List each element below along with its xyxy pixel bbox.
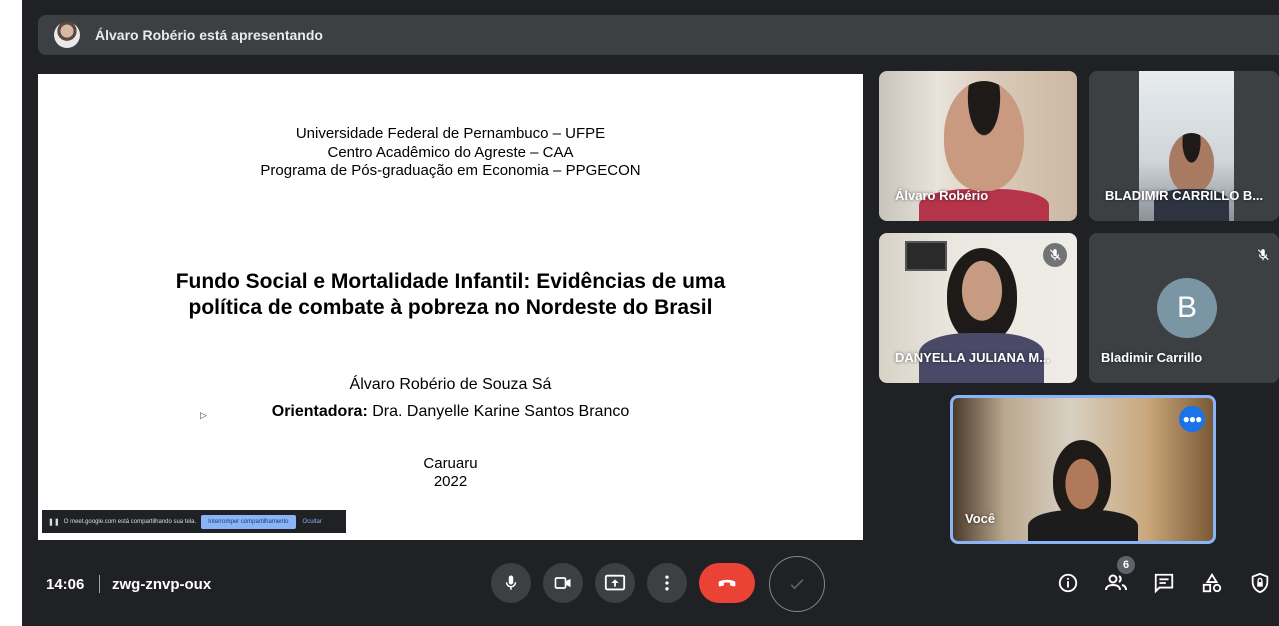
end-call-button[interactable] (699, 563, 755, 603)
camera-icon (554, 577, 571, 589)
activities-icon (1202, 573, 1222, 593)
institution-line: Programa de Pós-graduação em Economia – … (260, 162, 641, 179)
chat-icon (1154, 573, 1174, 594)
stop-sharing-button[interactable]: Interromper compartilhamento (201, 514, 296, 529)
shared-slide: Universidade Federal de Pernambuco – UFP… (38, 74, 863, 540)
more-options-button[interactable] (647, 563, 687, 603)
meeting-code: zwg-znvp-oux (112, 576, 212, 593)
slide-advisor: Orientadora: Dra. Danyelle Karine Santos… (38, 403, 863, 421)
avatar: B (1157, 278, 1217, 338)
participant-name: BLADIMIR CARRILLO B... (1105, 188, 1264, 203)
slide-title: Fundo Social e Mortalidade Infantil: Evi… (38, 269, 863, 321)
participant-tile-alvaro[interactable]: Álvaro Robério (879, 71, 1077, 221)
more-vert-icon (665, 575, 669, 591)
participant-video-face (947, 248, 1017, 343)
check-icon (790, 579, 804, 590)
meeting-details-button[interactable] (1056, 571, 1080, 595)
people-button[interactable] (1104, 571, 1128, 595)
participant-tile-bladimir-video[interactable]: BLADIMIR CARRILLO B... (1089, 71, 1279, 221)
presenter-label: Álvaro Robério está apresentando (95, 27, 323, 43)
shield-lock-icon (1251, 572, 1269, 594)
participant-tile-self[interactable]: ●●● Você (950, 395, 1216, 544)
chat-button[interactable] (1152, 571, 1176, 595)
participant-tile-bladimir[interactable]: B Bladimir Carrillo (1089, 233, 1279, 383)
participant-name: Bladimir Carrillo (1101, 350, 1203, 365)
info-icon (1058, 573, 1078, 593)
participant-video-face (1169, 133, 1214, 193)
hang-up-icon (718, 579, 736, 587)
hide-banner-button[interactable]: Ocultar (303, 519, 322, 525)
present-screen-button[interactable] (595, 563, 635, 603)
microphone-icon (505, 575, 517, 590)
participant-video-face (1053, 440, 1111, 520)
participant-video-face (944, 81, 1024, 191)
wall-picture (905, 241, 947, 271)
microphone-button[interactable] (491, 563, 531, 603)
presenter-avatar (54, 22, 80, 48)
slide-city: Caruaru (423, 455, 478, 472)
slide-place-date: Caruaru 2022 (38, 455, 863, 491)
people-icon (1105, 574, 1127, 591)
participant-video-body (1028, 510, 1138, 541)
slide-author: Álvaro Robério de Souza Sá (349, 376, 552, 393)
share-banner-message: O meet.google.com está compartilhando su… (63, 518, 197, 525)
participant-name: Você (965, 511, 996, 526)
slide-title-line: política de combate à pobreza no Nordest… (188, 296, 713, 319)
meet-window: Álvaro Robério está apresentando Univers… (22, 0, 1279, 626)
presenter-bar: Álvaro Robério está apresentando (38, 15, 1279, 55)
institution-line: Centro Acadêmico do Agreste – CAA (327, 143, 574, 161)
assistant-check-button[interactable] (769, 556, 825, 612)
screen-share-banner: ❚❚ O meet.google.com está compartilhando… (42, 510, 346, 533)
participant-name: DANYELLA JULIANA M... (895, 350, 1051, 365)
mic-off-icon (1251, 243, 1275, 267)
mic-off-icon (1043, 243, 1067, 267)
host-controls-button[interactable] (1248, 571, 1272, 595)
advisor-name: Dra. Danyelle Karine Santos Branco (367, 403, 630, 420)
present-screen-icon (604, 574, 626, 591)
camera-button[interactable] (543, 563, 583, 603)
institution-block: Universidade Federal de Pernambuco – UFP… (38, 125, 863, 181)
slide-year: 2022 (433, 473, 468, 490)
slide-title-line: Fundo Social e Mortalidade Infantil: Evi… (175, 270, 726, 293)
participant-tile-danyella[interactable]: DANYELLA JULIANA M... (879, 233, 1077, 383)
meeting-time: 14:06 (46, 576, 85, 593)
mouse-cursor-icon: ▷ (200, 410, 207, 420)
institution-line: Universidade Federal de Pernambuco – UFP… (295, 125, 606, 142)
activities-button[interactable] (1200, 571, 1224, 595)
advisor-label: Orientadora: (271, 403, 368, 420)
more-options-button[interactable]: ●●● (1179, 406, 1205, 432)
participant-name: Álvaro Robério (895, 188, 989, 203)
drag-handle-icon[interactable]: ❚❚ (48, 518, 60, 526)
people-count-badge: 6 (1117, 556, 1135, 574)
divider (99, 575, 100, 593)
